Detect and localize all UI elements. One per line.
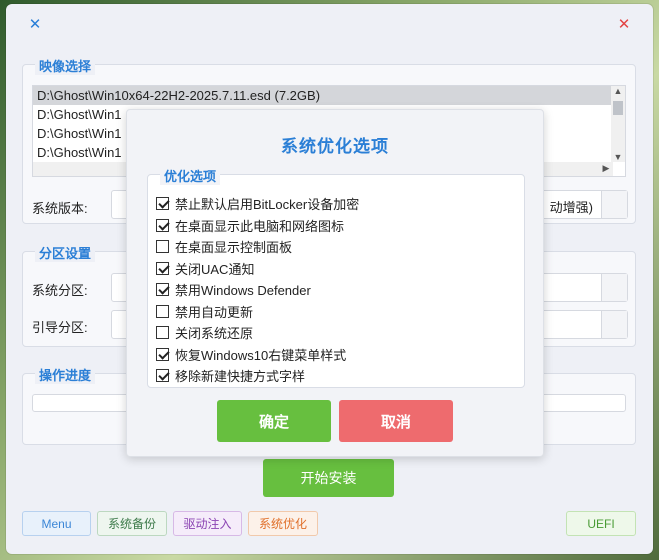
option-defender[interactable]: 禁用Windows Defender (156, 279, 359, 301)
system-optimize-button[interactable]: 系统优化 (248, 511, 318, 536)
option-label: 在桌面显示此电脑和网络图标 (175, 218, 345, 234)
checkbox[interactable] (156, 326, 169, 340)
checkbox[interactable] (156, 261, 169, 275)
scroll-right-icon[interactable]: ▶ (599, 163, 613, 174)
option-bitlocker[interactable]: 禁止默认启用BitLocker设备加密 (156, 193, 359, 215)
chevron-down-icon[interactable] (601, 311, 627, 338)
optimize-dialog: 系统优化选项 优化选项 禁止默认启用BitLocker设备加密 在桌面显示此电脑… (126, 109, 544, 457)
ok-button[interactable]: 确定 (217, 400, 331, 442)
vertical-scrollbar[interactable]: ▲ ▼ (611, 86, 625, 162)
options-group: 优化选项 禁止默认启用BitLocker设备加密 在桌面显示此电脑和网络图标 在… (147, 166, 525, 388)
dialog-title: 系统优化选项 (281, 137, 389, 156)
scroll-up-icon[interactable]: ▲ (611, 86, 625, 96)
group-title-progress: 操作进度 (35, 365, 96, 384)
option-desktop-icons[interactable]: 在桌面显示此电脑和网络图标 (156, 215, 359, 237)
cancel-button[interactable]: 取消 (339, 400, 453, 442)
scroll-thumb[interactable] (613, 101, 623, 115)
checkbox[interactable] (156, 240, 169, 254)
start-install-button[interactable]: 开始安装 (263, 459, 394, 497)
option-auto-update[interactable]: 禁用自动更新 (156, 301, 359, 323)
options-list: 禁止默认启用BitLocker设备加密 在桌面显示此电脑和网络图标 在桌面显示控… (156, 193, 359, 387)
chevron-down-icon[interactable] (601, 191, 627, 218)
checkbox[interactable] (156, 304, 169, 318)
option-shortcut-text[interactable]: 移除新建快捷方式字样 (156, 365, 359, 387)
system-backup-button[interactable]: 系统备份 (97, 511, 167, 536)
checkbox[interactable] (156, 347, 169, 361)
chevron-down-icon[interactable] (601, 274, 627, 301)
option-uac[interactable]: 关闭UAC通知 (156, 258, 359, 280)
boot-partition-label: 引导分区: (32, 320, 88, 335)
option-context-menu[interactable]: 恢复Windows10右键菜单样式 (156, 344, 359, 366)
option-label: 移除新建快捷方式字样 (175, 369, 306, 385)
option-label: 禁用Windows Defender (175, 283, 311, 299)
checkbox[interactable] (156, 369, 169, 383)
option-label: 禁用自动更新 (175, 304, 254, 320)
option-label: 在桌面显示控制面板 (175, 240, 293, 256)
checkbox[interactable] (156, 283, 169, 297)
group-title-image: 映像选择 (35, 56, 96, 75)
close-window-icon[interactable]: ✕ (615, 15, 633, 33)
group-title-options: 优化选项 (160, 166, 221, 185)
version-label: 系统版本: (32, 201, 88, 216)
option-control-panel[interactable]: 在桌面显示控制面板 (156, 236, 359, 258)
uefi-button[interactable]: UEFI (566, 511, 636, 536)
option-label: 关闭系统还原 (175, 326, 254, 342)
system-partition-label: 系统分区: (32, 283, 88, 298)
option-label: 恢复Windows10右键菜单样式 (175, 347, 347, 363)
checkbox[interactable] (156, 197, 169, 211)
driver-inject-button[interactable]: 驱动注入 (173, 511, 242, 536)
scroll-down-icon[interactable]: ▼ (611, 152, 625, 162)
option-system-restore[interactable]: 关闭系统还原 (156, 322, 359, 344)
menu-button[interactable]: Menu (22, 511, 91, 536)
option-label: 关闭UAC通知 (175, 261, 255, 277)
option-label: 禁止默认启用BitLocker设备加密 (175, 197, 360, 213)
group-title-partition: 分区设置 (35, 243, 96, 262)
main-window: ✕ ✕ 映像选择 D:\Ghost\Win10x64-22H2-2025.7.1… (6, 4, 653, 554)
close-icon[interactable]: ✕ (26, 15, 44, 33)
list-item[interactable]: D:\Ghost\Win10x64-22H2-2025.7.11.esd (7.… (33, 86, 625, 105)
version-value: 动增强) (549, 200, 593, 215)
checkbox[interactable] (156, 218, 169, 232)
